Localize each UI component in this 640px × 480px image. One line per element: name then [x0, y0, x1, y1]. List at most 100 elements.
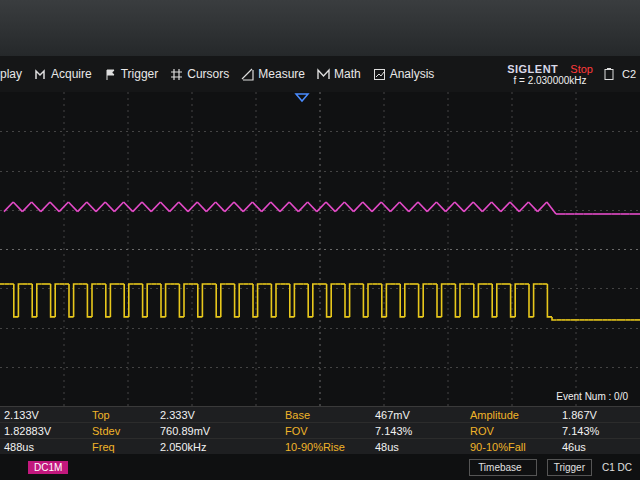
trace-point [528, 202, 537, 212]
measurement-value: 467mV [371, 407, 466, 423]
trace-point [60, 283, 65, 285]
trace-point [620, 213, 629, 215]
flag-icon [104, 68, 117, 81]
trace-point [570, 319, 575, 321]
trace-point [0, 283, 5, 285]
trace-point [391, 283, 396, 285]
menu-item[interactable]: Acquire [34, 67, 92, 81]
trace-point [252, 202, 261, 212]
trace-point [436, 202, 445, 212]
trace-point [492, 202, 501, 212]
trace-point [147, 284, 152, 317]
brand-logo: SIGLENT [507, 63, 558, 75]
trace-point [313, 284, 318, 317]
trace-point [262, 202, 271, 212]
measurement-value: 1.867V [558, 407, 640, 423]
trace-point [308, 202, 317, 212]
measurement-label: Top [88, 407, 156, 423]
trace-point [78, 202, 87, 212]
trace-point [59, 202, 68, 212]
menu-label: Acquire [51, 67, 92, 81]
menu-item[interactable]: Measure [241, 67, 305, 81]
measurement-table: 2.133VTop2.333VBase467mVAmplitude1.867V1… [0, 406, 640, 454]
trace-point [216, 202, 225, 212]
trace-point [501, 202, 510, 212]
channel-indicator[interactable]: C2 [603, 68, 636, 81]
trace-point [446, 283, 451, 285]
menu-item[interactable]: Cursors [170, 67, 229, 81]
menu-label: Measure [258, 67, 305, 81]
trace-point [271, 202, 280, 212]
trace-point [133, 202, 142, 212]
trace-point [41, 283, 46, 285]
trace-point [427, 202, 436, 212]
measurement-label: 10-90%Rise [281, 439, 371, 455]
trace-point [561, 319, 566, 321]
trace-point [612, 319, 617, 321]
timebase-box[interactable]: Timebase [469, 459, 537, 476]
trace-point [68, 202, 77, 212]
trace-point [630, 319, 635, 321]
trace-point [207, 283, 212, 285]
menu-item[interactable]: Analysis [373, 67, 435, 81]
trace-point [566, 319, 571, 321]
trace-point [18, 284, 23, 317]
trace-point [189, 283, 194, 285]
trigger-position-icon[interactable] [296, 94, 308, 101]
trace-point [152, 283, 157, 285]
run-state[interactable]: Stop [570, 63, 593, 75]
trigger-box[interactable]: Trigger [547, 459, 592, 476]
trace-point [482, 202, 491, 212]
trace-point [538, 202, 547, 212]
menu-item[interactable]: play [0, 67, 22, 81]
trace-point [630, 213, 640, 215]
trace-point [96, 202, 105, 212]
trace-point [538, 283, 543, 285]
trace-point [602, 213, 611, 215]
trace-point [547, 284, 552, 317]
trace-point [598, 319, 603, 321]
trace-point [390, 202, 399, 212]
trace-point [206, 202, 215, 212]
measurement-label: Amplitude [466, 407, 558, 423]
trace-point [400, 202, 409, 212]
trace-point [197, 202, 206, 212]
menu-item[interactable]: Math [317, 67, 361, 81]
trace-point [244, 283, 249, 285]
trace-point [621, 319, 626, 321]
acquire-icon [34, 68, 47, 81]
menu-label: Trigger [121, 67, 159, 81]
trace-point [151, 202, 160, 212]
trace-point [188, 202, 197, 212]
trace-point [520, 283, 525, 285]
trace-point [41, 202, 50, 212]
trace-point [465, 283, 470, 285]
ruler-icon [241, 68, 254, 81]
measurement-value: 760.89mV [156, 423, 281, 439]
trace-point [74, 284, 79, 317]
trace-point [557, 319, 562, 321]
trace-point [584, 213, 593, 215]
trace-point [574, 213, 583, 215]
coupling-badge[interactable]: DC1M [28, 461, 68, 474]
trace-point [331, 284, 336, 317]
trace-point [234, 202, 243, 212]
measurement-label: 90-10%Fall [466, 439, 558, 455]
trace-point [635, 319, 640, 321]
status-indicator: SIGLENTStopf = 2.030000kHz [507, 63, 593, 86]
menu-item[interactable]: Trigger [104, 67, 159, 81]
trace-point [4, 202, 13, 212]
measurement-label: FOV [281, 423, 371, 439]
trace-point [115, 283, 120, 285]
trace-point [501, 283, 506, 285]
trace-point [32, 202, 41, 212]
trace-point [552, 317, 557, 320]
trace-point [381, 202, 390, 212]
trace-point [87, 202, 96, 212]
analysis-icon [373, 68, 386, 81]
measurement-value: 2.333V [156, 407, 281, 423]
trace-point [262, 283, 267, 285]
cursor-icon [170, 68, 183, 81]
menu-label: Cursors [187, 67, 229, 81]
trace-point [547, 202, 556, 214]
